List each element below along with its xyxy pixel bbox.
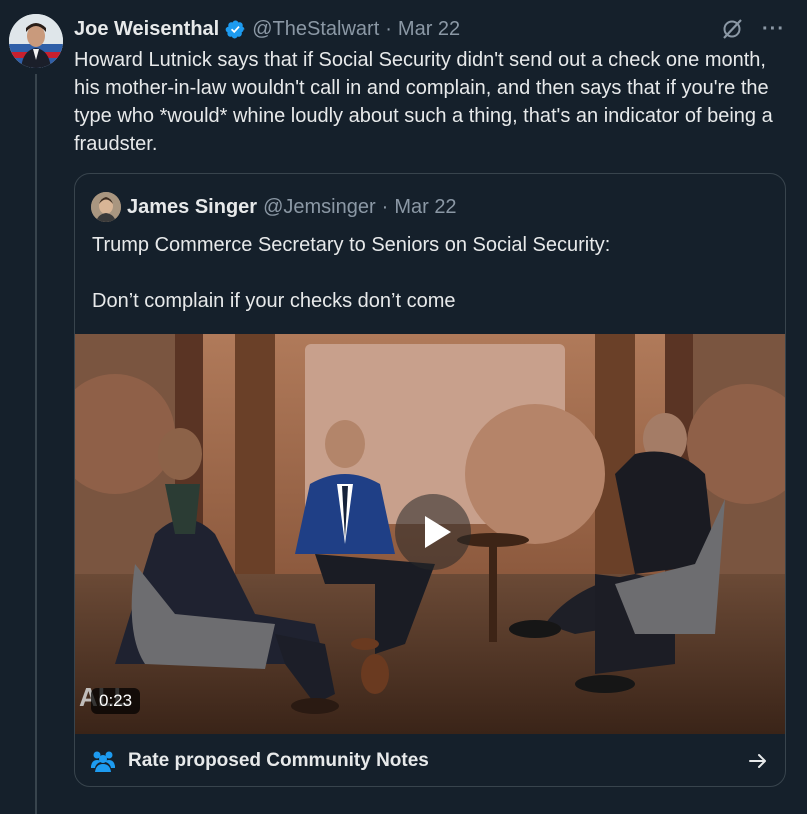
- header-separator: ·: [385, 17, 392, 40]
- quote-text-line: Don’t complain if your checks don’t come: [92, 290, 456, 312]
- author-avatar[interactable]: [9, 14, 63, 68]
- thread-line: [35, 74, 37, 814]
- verified-badge-icon: [225, 20, 245, 38]
- arrow-right-icon[interactable]: [747, 750, 769, 772]
- quote-text-line: Trump Commerce Secretary to Seniors on S…: [92, 234, 611, 256]
- play-icon: [425, 516, 451, 548]
- quote-separator: ·: [381, 195, 389, 218]
- people-icon: [91, 751, 115, 772]
- tweet-header: Joe Weisenthal @TheStalwart · Mar 22: [74, 14, 460, 44]
- tweet-actions-top: ···: [720, 14, 785, 44]
- quote-author-name[interactable]: James Singer: [127, 196, 257, 219]
- quote-author-avatar[interactable]: [91, 192, 121, 222]
- video-duration: 0:23: [91, 688, 141, 714]
- author-name[interactable]: Joe Weisenthal: [74, 18, 219, 41]
- grok-icon[interactable]: [720, 17, 744, 41]
- author-handle[interactable]: @TheStalwart: [252, 18, 379, 41]
- video-player[interactable]: ALL 0:23: [75, 334, 785, 734]
- community-notes-bar[interactable]: Rate proposed Community Notes: [75, 734, 785, 786]
- tweet-date[interactable]: Mar 22: [398, 18, 460, 41]
- quote-date[interactable]: Mar 22: [394, 196, 456, 219]
- tweet-text: Howard Lutnick says that if Social Secur…: [74, 49, 773, 155]
- quoted-tweet[interactable]: James Singer @Jemsinger · Mar 22 Trump C…: [74, 173, 786, 787]
- more-icon[interactable]: ···: [762, 18, 785, 41]
- quote-text: Trump Commerce Secretary to Seniors on S…: [92, 231, 772, 343]
- play-button[interactable]: [395, 494, 471, 570]
- quote-header: James Singer @Jemsinger · Mar 22: [91, 192, 457, 222]
- community-notes-label: Rate proposed Community Notes: [128, 750, 429, 771]
- quote-author-handle[interactable]: @Jemsinger: [263, 196, 376, 219]
